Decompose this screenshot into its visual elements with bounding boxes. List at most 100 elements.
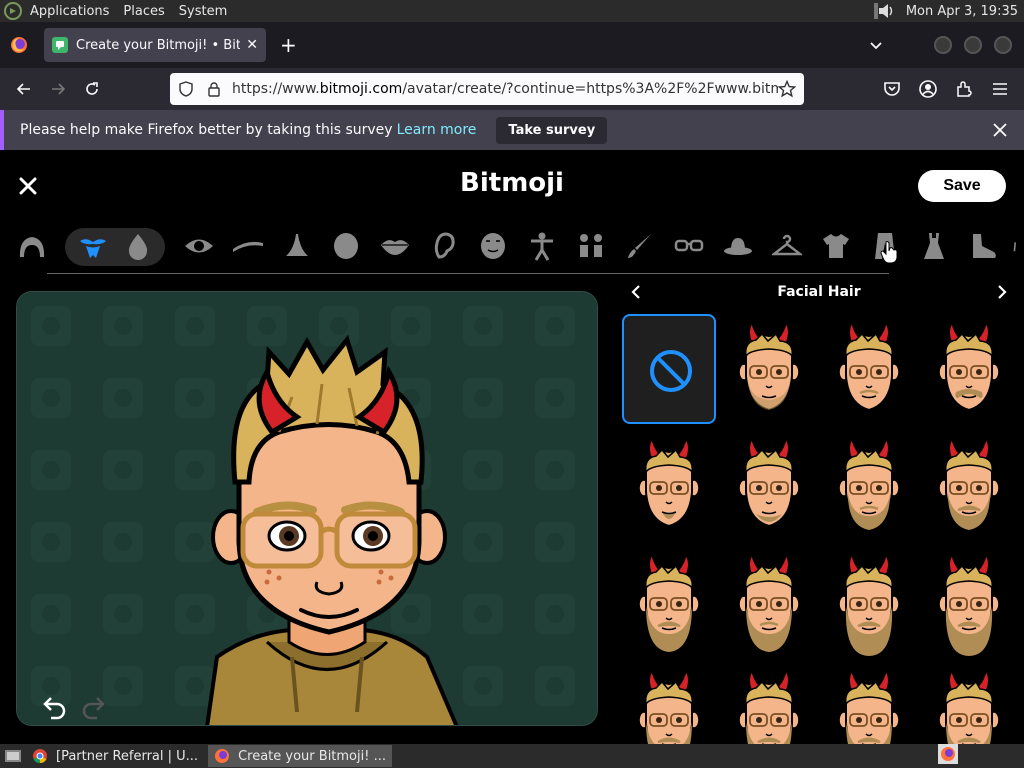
url-host: bitmoji.com — [319, 81, 403, 97]
tab-close-icon[interactable]: ✕ — [246, 37, 258, 53]
eyebrow-icon — [233, 241, 263, 252]
workspace-switcher[interactable] — [938, 744, 958, 768]
category-eyes[interactable] — [183, 228, 215, 264]
undo-icon[interactable] — [41, 692, 69, 720]
facial-hair-option[interactable] — [822, 430, 916, 540]
menu-applications[interactable]: Applications — [30, 4, 109, 19]
facial-hair-option[interactable] — [722, 546, 816, 656]
back-icon[interactable] — [14, 79, 34, 99]
category-glasses[interactable] — [673, 228, 705, 264]
facial-hair-avatar — [638, 435, 700, 528]
chevron-down-icon[interactable] — [868, 37, 884, 53]
facial-hair-option[interactable] — [922, 546, 1016, 656]
save-button[interactable]: Save — [918, 170, 1006, 202]
menu-places[interactable]: Places — [123, 4, 164, 19]
facial-hair-avatar — [738, 551, 800, 652]
pocket-icon[interactable] — [882, 79, 902, 99]
panel-header: Facial Hair — [614, 282, 1024, 306]
chevron-right-icon[interactable] — [994, 284, 1010, 300]
menu-system[interactable]: System — [179, 4, 227, 19]
clock[interactable]: Mon Apr 3, 19:35 — [906, 4, 1018, 19]
firefox-tray-icon — [938, 744, 958, 764]
ear-icon — [434, 232, 455, 259]
category-outfit[interactable] — [771, 228, 803, 264]
category-nose[interactable] — [281, 228, 313, 264]
facial-hair-option[interactable] — [722, 430, 816, 540]
category-ears[interactable] — [428, 228, 460, 264]
none-option-icon — [650, 350, 692, 392]
nav-toolbar — [882, 79, 1010, 99]
taskbar: [Partner Referral | U... Create your Bit… — [0, 744, 1024, 768]
close-notification-icon[interactable] — [992, 122, 1008, 138]
category-shoes[interactable] — [967, 228, 999, 264]
learn-more-link[interactable]: Learn more — [397, 122, 477, 138]
dress-icon — [924, 233, 944, 259]
bookmark-star-icon[interactable] — [778, 80, 796, 98]
url-bar[interactable]: https://www.bitmoji.com/avatar/create/?c… — [170, 73, 804, 105]
account-icon[interactable] — [918, 79, 938, 99]
category-hair[interactable] — [16, 228, 48, 264]
nav-bar: https://www.bitmoji.com/avatar/create/?c… — [0, 68, 1024, 110]
glasses-icon — [674, 239, 704, 252]
facial-hair-option[interactable] — [622, 546, 716, 656]
facial-hair-option[interactable] — [822, 314, 916, 424]
taskbar-item-bitmoji[interactable]: Create your Bitmoji! ... — [208, 745, 392, 767]
url-text[interactable]: https://www.bitmoji.com/avatar/create/?c… — [232, 81, 778, 97]
screen: Applications Places System Mon Apr 3, 19… — [0, 0, 1024, 768]
facial-hair-option[interactable] — [822, 546, 916, 656]
lock-icon[interactable] — [206, 81, 222, 97]
brand-title: Bitmoji — [460, 168, 564, 198]
panel-tray: Mon Apr 3, 19:35 — [873, 2, 1024, 20]
panel-menus: Applications Places System — [0, 0, 241, 22]
extensions-icon[interactable] — [954, 79, 974, 99]
menu-hamburger-icon[interactable] — [990, 79, 1010, 99]
category-face-lines[interactable] — [477, 228, 509, 264]
category-body[interactable] — [526, 228, 558, 264]
minimize-icon[interactable] — [934, 36, 952, 54]
avatar-canvas — [17, 292, 597, 725]
shield-icon[interactable] — [178, 81, 194, 97]
category-more[interactable] — [1012, 228, 1024, 264]
options-panel: Facial Hair — [614, 274, 1024, 768]
survey-text: Please help make Firefox better by takin… — [20, 122, 393, 138]
close-window-icon[interactable] — [994, 36, 1012, 54]
volume-icon[interactable] — [873, 2, 896, 20]
category-hat[interactable] — [722, 228, 754, 264]
reload-icon[interactable] — [82, 79, 102, 99]
shoe-icon — [973, 234, 996, 258]
body-icon — [531, 232, 553, 261]
maximize-icon[interactable] — [964, 36, 982, 54]
hair-icon — [19, 237, 45, 257]
facial-hair-avatar — [938, 319, 1000, 412]
category-lips[interactable] — [379, 228, 411, 264]
category-face-shape[interactable] — [330, 228, 362, 264]
facial-hair-option[interactable] — [622, 314, 716, 424]
redo-icon[interactable] — [79, 692, 107, 720]
forward-icon[interactable] — [48, 79, 68, 99]
take-survey-button[interactable]: Take survey — [496, 116, 608, 144]
tab-bitmoji[interactable]: Create your Bitmoji! • Bitmoji ✕ — [44, 28, 266, 62]
gnome-foot-icon[interactable] — [4, 2, 22, 20]
new-tab-icon[interactable]: + — [280, 33, 297, 57]
category-skin-tone[interactable] — [122, 228, 154, 264]
category-pose[interactable] — [575, 228, 607, 264]
taskbar-item-partner-referral[interactable]: [Partner Referral | U... — [26, 745, 204, 767]
facial-hair-option[interactable] — [922, 430, 1016, 540]
facial-hair-avatar — [738, 319, 800, 412]
tab-strip: Create your Bitmoji! • Bitmoji ✕ + — [0, 22, 1024, 68]
firefox-icon[interactable] — [10, 36, 28, 54]
facial-hair-option[interactable] — [722, 314, 816, 424]
facial-hair-option[interactable] — [922, 314, 1016, 424]
window-controls — [934, 36, 1012, 54]
category-bar — [0, 228, 1024, 268]
drop-icon — [128, 234, 148, 260]
facial-hair-option[interactable] — [622, 430, 716, 540]
category-eyebrows[interactable] — [232, 228, 264, 264]
category-top[interactable] — [820, 228, 852, 264]
brush-icon — [628, 234, 651, 258]
facial-hair-avatar — [938, 435, 1000, 530]
category-makeup[interactable] — [624, 228, 656, 264]
category-dress[interactable] — [918, 228, 950, 264]
category-facial-hair[interactable] — [77, 228, 109, 264]
show-desktop-icon[interactable] — [4, 748, 22, 764]
